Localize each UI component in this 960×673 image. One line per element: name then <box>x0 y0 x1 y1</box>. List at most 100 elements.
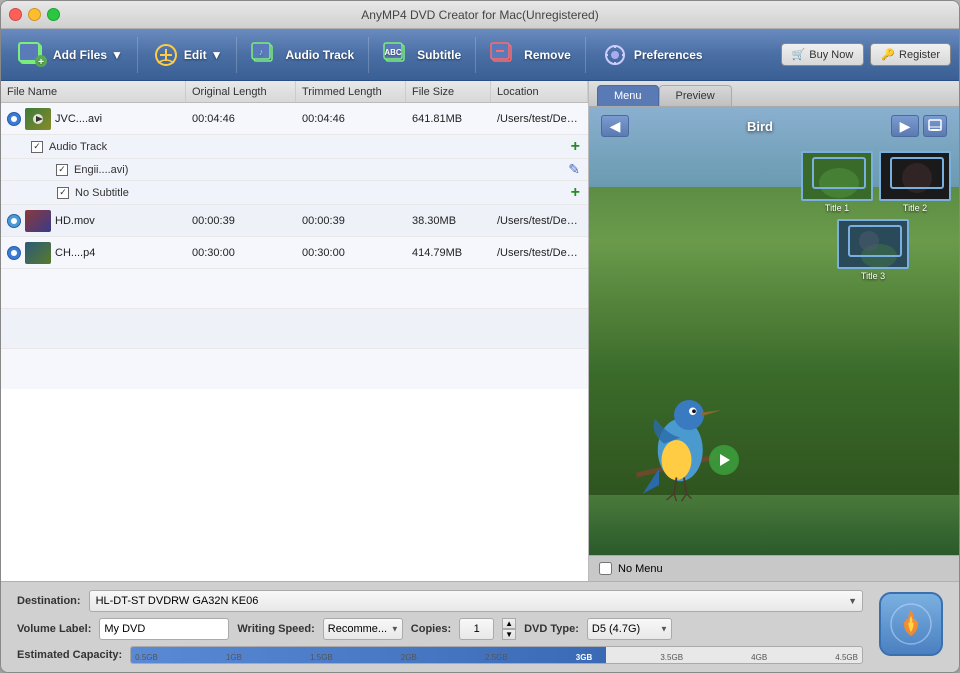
destination-select[interactable]: HL-DT-ST DVDRW GA32N KE06 <box>89 590 863 612</box>
content-area: File Name Original Length Trimmed Length… <box>1 81 959 581</box>
separator-5 <box>585 37 586 73</box>
separator-4 <box>475 37 476 73</box>
close-button[interactable] <box>9 8 22 21</box>
audio-track-icon: ♪ <box>251 41 281 69</box>
capacity-row: Estimated Capacity: 0.5GB 1GB 1.5GB 2GB … <box>17 646 863 664</box>
writing-speed-select[interactable]: Recomme... <box>323 618 403 640</box>
file-name-cell-3: CH....p4 <box>1 240 186 266</box>
location-2: /Users/test/Desktop/... <box>491 213 588 229</box>
capacity-bar: 0.5GB 1GB 1.5GB 2GB 2.5GB 3GB 3.5GB 4GB … <box>130 646 863 664</box>
destination-row: Destination: HL-DT-ST DVDRW GA32N KE06 <box>17 590 863 612</box>
subtitle-checkbox[interactable] <box>57 187 69 199</box>
separator-2 <box>236 37 237 73</box>
buy-now-button[interactable]: 🛒 Buy Now <box>781 43 865 66</box>
add-audio-button[interactable]: + <box>571 138 580 156</box>
preview-panel: Menu Preview <box>589 81 959 581</box>
copies-increment[interactable]: ▲ <box>502 618 516 629</box>
dvd-type-wrapper: D5 (4.7G) <box>587 618 672 640</box>
maximize-button[interactable] <box>47 8 60 21</box>
preview-tab[interactable]: Preview <box>659 85 732 106</box>
add-files-button[interactable]: + Add Files ▼ <box>9 35 131 75</box>
tick-2: 1.5GB <box>310 653 333 662</box>
edit-preview-button[interactable] <box>923 115 947 137</box>
menu-tab[interactable]: Menu <box>597 85 659 106</box>
original-length-2: 00:00:39 <box>186 213 296 229</box>
thumb-item-2: Title 2 <box>879 151 951 213</box>
audio-track-button[interactable]: ♪ Audio Track <box>243 37 362 73</box>
thumb-label-3: Title 3 <box>861 271 885 281</box>
play-button[interactable] <box>709 445 739 475</box>
copies-decrement[interactable]: ▼ <box>502 629 516 640</box>
col-original: Original Length <box>186 81 296 102</box>
bottom-section: Destination: HL-DT-ST DVDRW GA32N KE06 V… <box>1 581 959 672</box>
audio-file-name: Engii....avi) <box>74 164 128 176</box>
preferences-icon <box>600 41 630 69</box>
empty-row <box>1 269 588 309</box>
toolbar: + Add Files ▼ Edit ▼ ♪ Audio Track <box>1 29 959 81</box>
thumb-item-3: Title 3 <box>837 219 909 281</box>
remove-button[interactable]: Remove <box>482 37 579 73</box>
subtitle-button[interactable]: ABC Subtitle <box>375 37 469 73</box>
thumb-image-1[interactable] <box>801 151 873 201</box>
preview-content: ◀ Bird ▶ <box>589 107 959 555</box>
register-button[interactable]: 🔑 Register <box>870 43 951 66</box>
audio-file-checkbox[interactable] <box>56 164 68 176</box>
toolbar-right: 🛒 Buy Now 🔑 Register <box>781 43 951 66</box>
bird-illustration <box>594 275 754 525</box>
destination-label: Destination: <box>17 595 81 607</box>
svg-text:ABC: ABC <box>384 48 402 57</box>
file-size: 641.81MB <box>406 111 491 127</box>
file-size-3: 414.79MB <box>406 245 491 261</box>
trimmed-length: 00:04:46 <box>296 111 406 127</box>
preview-tabs: Menu Preview <box>589 81 959 107</box>
thumb-label-1: Title 1 <box>825 203 849 213</box>
tick-5: 3GB <box>576 653 592 662</box>
nav-right: ▶ <box>891 115 947 137</box>
svg-text:+: + <box>38 57 44 68</box>
tick-8: 4.5GB <box>835 653 858 662</box>
prev-arrow[interactable]: ◀ <box>601 115 629 137</box>
title-bar: AnyMP4 DVD Creator for Mac(Unregistered) <box>1 1 959 29</box>
thumb-image-3[interactable] <box>837 219 909 269</box>
expand-icon-3[interactable] <box>7 246 21 260</box>
copies-input[interactable] <box>459 618 494 640</box>
thumb-image-2[interactable] <box>879 151 951 201</box>
file-name-2: HD.mov <box>55 215 95 227</box>
col-filename: File Name <box>1 81 186 102</box>
expand-icon[interactable] <box>7 112 21 126</box>
edit-icon <box>152 41 180 69</box>
minimize-button[interactable] <box>28 8 41 21</box>
empty-row <box>1 349 588 389</box>
table-row[interactable]: HD.mov 00:00:39 00:00:39 38.30MB /Users/… <box>1 205 588 237</box>
table-body: JVC....avi 00:04:46 00:04:46 641.81MB /U… <box>1 103 588 581</box>
expand-icon-2[interactable] <box>7 214 21 228</box>
bottom-section-inner: Destination: HL-DT-ST DVDRW GA32N KE06 V… <box>17 590 863 664</box>
volume-label: Volume Label: <box>17 623 91 635</box>
table-row[interactable]: JVC....avi 00:04:46 00:04:46 641.81MB /U… <box>1 103 588 135</box>
volume-input[interactable] <box>99 618 229 640</box>
capacity-ticks: 0.5GB 1GB 1.5GB 2GB 2.5GB 3GB 3.5GB 4GB … <box>131 647 862 663</box>
preview-title: Bird <box>747 119 773 134</box>
preferences-button[interactable]: Preferences <box>592 37 711 73</box>
audio-track-checkbox[interactable] <box>31 141 43 153</box>
copies-label: Copies: <box>411 623 451 635</box>
thumb-row-1: Title 1 Title 2 <box>801 151 951 213</box>
table-row[interactable]: CH....p4 00:30:00 00:30:00 414.79MB /Use… <box>1 237 588 269</box>
file-panel: File Name Original Length Trimmed Length… <box>1 81 589 581</box>
window-title: AnyMP4 DVD Creator for Mac(Unregistered) <box>361 8 598 22</box>
original-length: 00:04:46 <box>186 111 296 127</box>
edit-button[interactable]: Edit ▼ <box>144 37 231 73</box>
file-name-cell-2: HD.mov <box>1 208 186 234</box>
dvd-type-label: DVD Type: <box>524 623 579 635</box>
traffic-lights <box>9 8 60 21</box>
tick-7: 4GB <box>751 653 767 662</box>
next-arrow[interactable]: ▶ <box>891 115 919 137</box>
edit-audio-button[interactable]: ✎ <box>568 161 580 178</box>
dvd-type-select[interactable]: D5 (4.7G) <box>587 618 672 640</box>
tick-0: 0.5GB <box>135 653 158 662</box>
no-menu-checkbox[interactable] <box>599 562 612 575</box>
audio-file-row: Engii....avi) ✎ <box>1 159 588 181</box>
file-name-cell: JVC....avi <box>1 106 186 132</box>
burn-button[interactable] <box>879 592 943 656</box>
add-subtitle-button[interactable]: + <box>571 184 580 202</box>
